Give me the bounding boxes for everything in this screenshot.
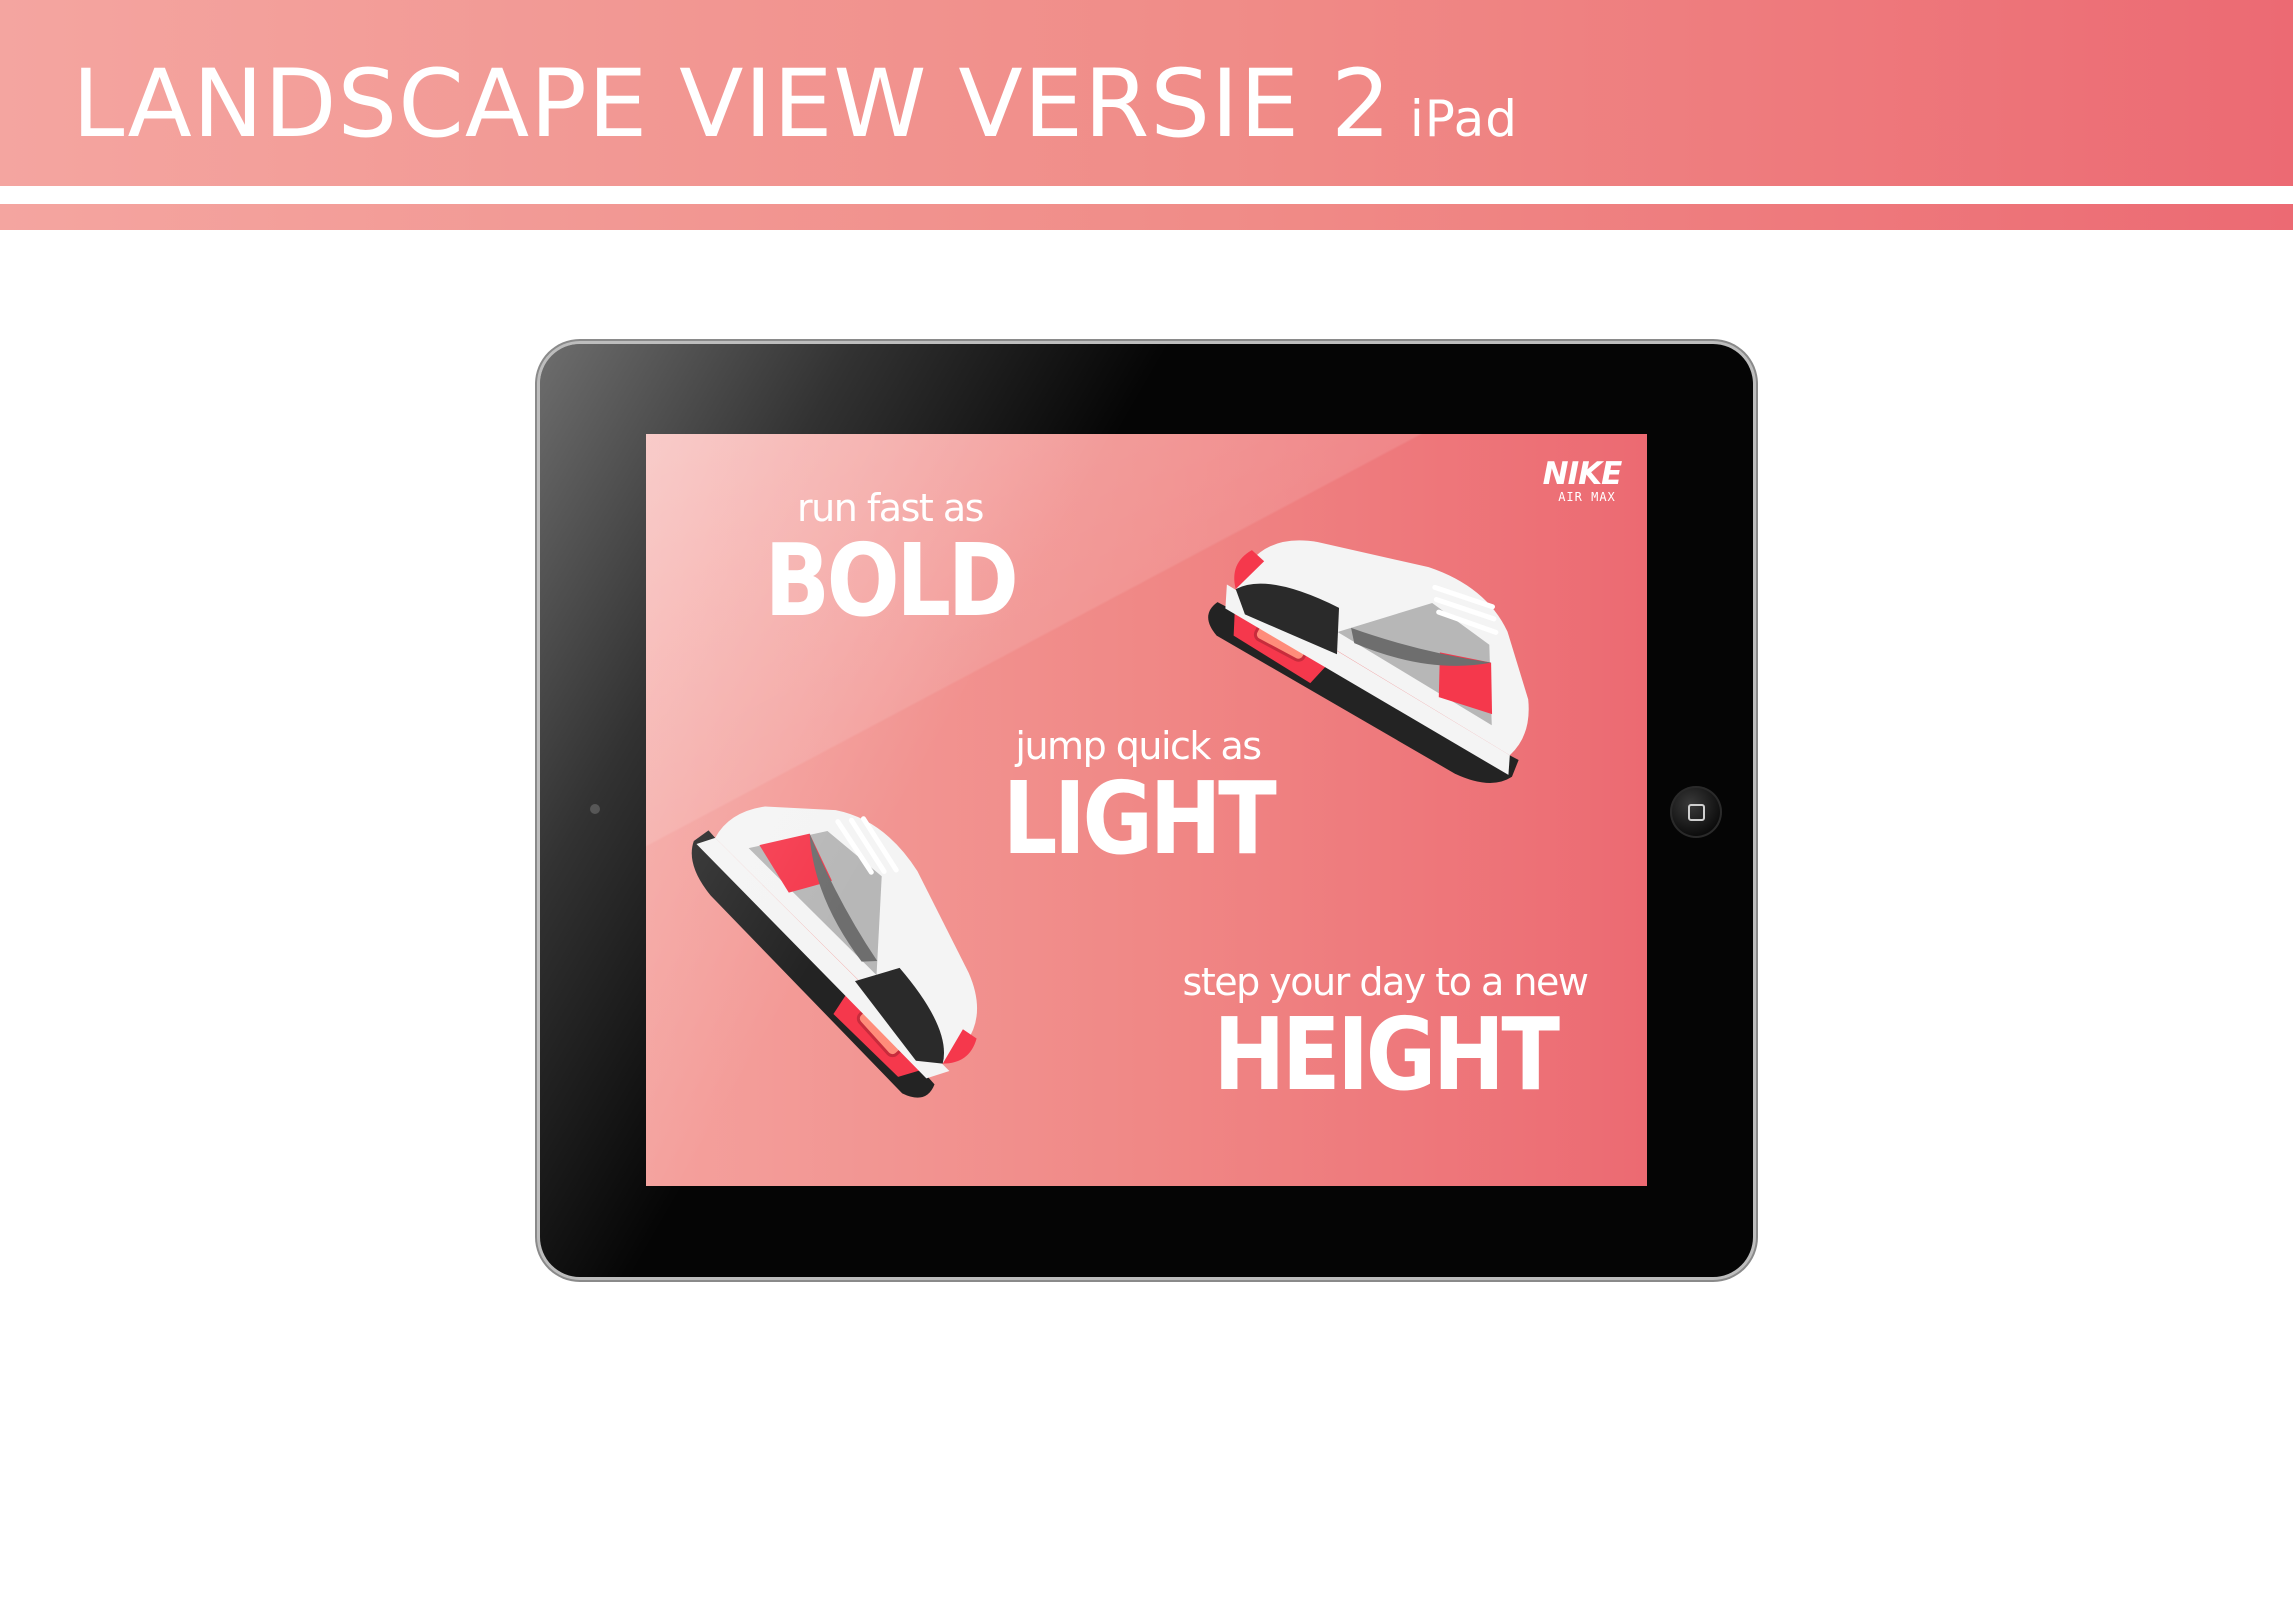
tagline-big-text: LIGHT xyxy=(1002,760,1277,877)
header-banner: LANDSCAPE VIEW VERSIE 2 iPad xyxy=(0,0,2293,186)
tagline-big-text: BOLD xyxy=(764,522,1019,639)
divider-stripe xyxy=(0,204,2293,230)
tagline-height: step your day to a new HEIGHT xyxy=(1150,960,1620,1106)
page-title: LANDSCAPE VIEW VERSIE 2 iPad xyxy=(72,50,1518,174)
home-button[interactable] xyxy=(1670,786,1722,838)
page-title-text: LANDSCAPE VIEW VERSIE 2 xyxy=(72,50,1392,159)
ipad-screen[interactable]: NIKE AIR MAX run fast as BOLD jump quick… xyxy=(646,434,1647,1186)
nike-logo: NIKE AIR MAX xyxy=(1534,458,1630,504)
tagline-big-text: HEIGHT xyxy=(1213,996,1560,1113)
camera-icon xyxy=(590,804,600,814)
brand-name: NIKE xyxy=(1542,456,1623,492)
divider-gap xyxy=(0,186,2293,204)
ipad-device: NIKE AIR MAX run fast as BOLD jump quick… xyxy=(540,344,1753,1277)
home-square-icon xyxy=(1688,804,1705,821)
brand-model: AIR MAX xyxy=(1558,490,1616,504)
tagline-light: jump quick as LIGHT xyxy=(968,724,1308,870)
tagline-bold: run fast as BOLD xyxy=(740,486,1040,632)
page-subtitle: iPad xyxy=(1409,90,1519,148)
